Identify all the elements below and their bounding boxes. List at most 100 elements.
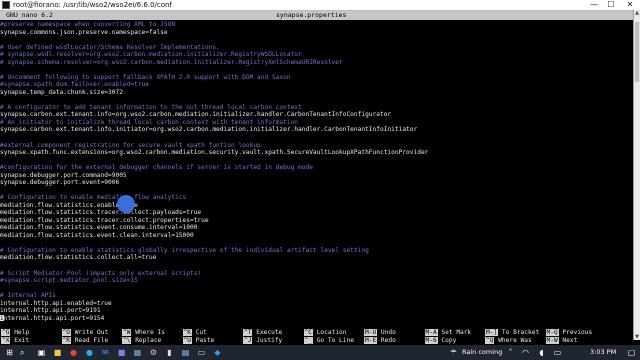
shortcut-undo[interactable]: M-U Undo bbox=[364, 329, 396, 337]
shortcut-write-out[interactable]: ^O Write Out bbox=[61, 329, 109, 337]
shortcut-label: Redo bbox=[380, 337, 396, 344]
file-line: #configuration for the external debugger… bbox=[0, 164, 313, 172]
file-line: # synapse.schema.resolver=org.wso2.carbo… bbox=[0, 58, 343, 66]
scroll-up-arrow-icon[interactable]: ▲ bbox=[634, 10, 640, 16]
shortcut-label: To Bracket bbox=[501, 329, 540, 336]
shortcut-exit[interactable]: ^X Exit bbox=[1, 337, 29, 345]
click-indicator bbox=[117, 195, 135, 213]
scroll-down-arrow-icon[interactable]: ▼ bbox=[634, 334, 640, 340]
shortcut-go-to-line[interactable]: ^_ Go To Line bbox=[303, 337, 354, 345]
shortcut-where-is[interactable]: ^W Where Is bbox=[122, 329, 165, 337]
shortcut-cut[interactable]: ^K Cut bbox=[182, 329, 207, 337]
shortcut-key: M-E bbox=[364, 337, 378, 344]
file-line: # synapse.wsdl.resolver=org.wso2.carbon.… bbox=[0, 51, 302, 59]
shortcut-key: ^X bbox=[1, 337, 11, 344]
file-line: mediation.flow.statistics.enable=true bbox=[0, 201, 138, 209]
file-line: internal.http.api.enabled=true bbox=[0, 299, 112, 307]
weather-icon: ☂ bbox=[449, 348, 458, 357]
shortcut-label: Exit bbox=[14, 337, 30, 344]
edge-icon[interactable]: ● bbox=[84, 347, 95, 358]
file-line: mediation.flow.statistics.event.clean.in… bbox=[0, 231, 194, 239]
editor-text-area[interactable]: #preserve namespace when converting XML … bbox=[0, 21, 634, 321]
file-line bbox=[0, 187, 634, 195]
search-icon[interactable]: ⌕ bbox=[20, 348, 24, 357]
shortcut-label: Write Out bbox=[74, 329, 109, 336]
weather-text[interactable]: Rain coming bbox=[462, 345, 502, 360]
shortcut-redo[interactable]: M-E Redo bbox=[364, 337, 396, 345]
shortcut-where-was[interactable]: ^Q Where Was bbox=[485, 337, 532, 345]
minimize-button[interactable]: — bbox=[586, 0, 602, 10]
maximize-button[interactable]: ☐ bbox=[603, 0, 619, 10]
file-line: mediation.flow.statistics.collect.all=tr… bbox=[0, 254, 157, 262]
shortcut-key: ^W bbox=[122, 329, 132, 336]
shortcut-copy[interactable]: M-6 Copy bbox=[424, 337, 456, 345]
shortcut-to-bracket[interactable]: M-] To Bracket bbox=[485, 329, 539, 337]
shortcut-previous[interactable]: M-Q Previous bbox=[545, 329, 593, 337]
notepad-icon[interactable]: ▭ bbox=[196, 347, 207, 358]
store-icon[interactable]: ▦ bbox=[132, 347, 143, 358]
clock-time[interactable]: 3:03 PM bbox=[590, 345, 616, 360]
scrollbar-thumb[interactable] bbox=[635, 22, 639, 82]
nano-version: GNU nano 6.2 bbox=[6, 11, 53, 19]
volume-icon[interactable]: ◖ bbox=[536, 347, 547, 358]
shortcut-key: M-] bbox=[485, 329, 499, 336]
shortcut-label: Justify bbox=[256, 337, 283, 344]
vscode-icon[interactable]: ◆ bbox=[212, 347, 223, 358]
shortcut-set-mark[interactable]: M-A Set Mark bbox=[424, 329, 472, 337]
windows-start-icon[interactable]: ⊞ bbox=[4, 347, 15, 358]
file-line: synapse.xpath.func.extensions=org.wso2.c… bbox=[0, 149, 429, 157]
shortcut-label: Set Mark bbox=[441, 329, 472, 336]
file-line bbox=[0, 134, 634, 142]
file-line: synapse.carbon.ext.tenant.info=org.wso2.… bbox=[0, 111, 392, 119]
notification-icon[interactable]: ▢ bbox=[626, 347, 637, 358]
file-line: # User defined wsdlLocator/Schema Resolv… bbox=[0, 43, 220, 51]
file-line: internal.https.api.port=9154 bbox=[0, 314, 105, 321]
vertical-scrollbar[interactable]: ▲ ▼ bbox=[633, 10, 640, 340]
shortcut-label: Previous bbox=[562, 329, 593, 336]
file-line: # Configuration to enable statistics glo… bbox=[0, 246, 369, 254]
shortcut-label: Where Is bbox=[135, 329, 165, 336]
shortcut-location[interactable]: ^C Location bbox=[303, 329, 347, 337]
terminal-app-icon bbox=[2, 1, 10, 9]
shortcut-label: Cut bbox=[195, 329, 207, 336]
text-cursor: i bbox=[0, 314, 4, 321]
file-line: #external component registration for sec… bbox=[0, 141, 261, 149]
shortcut-key: ^T bbox=[243, 329, 253, 336]
nano-shortcut-bar: ^G Help ^X Exit ^O Write Out ^R Read File ^W… bbox=[0, 329, 634, 345]
shortcut-next[interactable]: M-W Next bbox=[545, 337, 578, 345]
shortcut-key: M-6 bbox=[424, 337, 438, 344]
teams-icon[interactable]: ■ bbox=[116, 347, 127, 358]
file-line: # Script Mediator Pool (impacts only ext… bbox=[0, 269, 202, 277]
network-icon[interactable]: ◠ bbox=[520, 347, 531, 358]
shortcut-justify[interactable]: ^J Justify bbox=[243, 337, 282, 345]
shortcut-paste[interactable]: ^U Paste bbox=[182, 337, 215, 345]
close-button[interactable]: ✕ bbox=[622, 0, 638, 10]
mail-icon[interactable]: ✉ bbox=[100, 347, 111, 358]
shortcut-read-file[interactable]: ^R Read File bbox=[61, 337, 109, 345]
shortcut-key: ^K bbox=[182, 329, 192, 336]
shortcut-label: Paste bbox=[195, 337, 215, 344]
tray-chevron-icon[interactable]: ˄ bbox=[505, 347, 516, 358]
file-line: #synapse.script.mediator.pool.size=15 bbox=[0, 277, 138, 285]
file-line: synapse.carbon.ext.tenant.info.initiator… bbox=[0, 126, 418, 134]
file-line bbox=[0, 262, 634, 270]
settings-icon[interactable]: ⚙ bbox=[148, 347, 159, 358]
file-line: synapse.debugger.port.command=9005 bbox=[0, 171, 127, 179]
file-line: # A configurator to add tenant informati… bbox=[0, 103, 302, 111]
putty-icon[interactable]: ▤ bbox=[180, 347, 191, 358]
shortcut-label: Location bbox=[316, 329, 347, 336]
terminal-icon[interactable]: ▮ bbox=[164, 347, 175, 358]
shortcut-label: Next bbox=[562, 337, 578, 344]
shortcut-help[interactable]: ^G Help bbox=[1, 329, 29, 337]
battery-icon[interactable]: ▭ bbox=[552, 347, 563, 358]
shortcut-label: Read File bbox=[74, 337, 109, 344]
shortcut-execute[interactable]: ^T Execute bbox=[243, 329, 282, 337]
shortcut-label: Undo bbox=[380, 329, 396, 336]
chrome-icon[interactable]: ● bbox=[68, 347, 79, 358]
shortcut-label: Replace bbox=[135, 337, 162, 344]
task-view-icon[interactable]: ▣ bbox=[36, 347, 47, 358]
shortcut-replace[interactable]: ^\ Replace bbox=[122, 337, 161, 345]
file-explorer-icon[interactable]: ■ bbox=[52, 347, 63, 358]
file-line: # Configuration to enable mediation flow… bbox=[0, 194, 187, 202]
file-line: synapse.commons.json.preserve.namespace=… bbox=[0, 28, 168, 36]
